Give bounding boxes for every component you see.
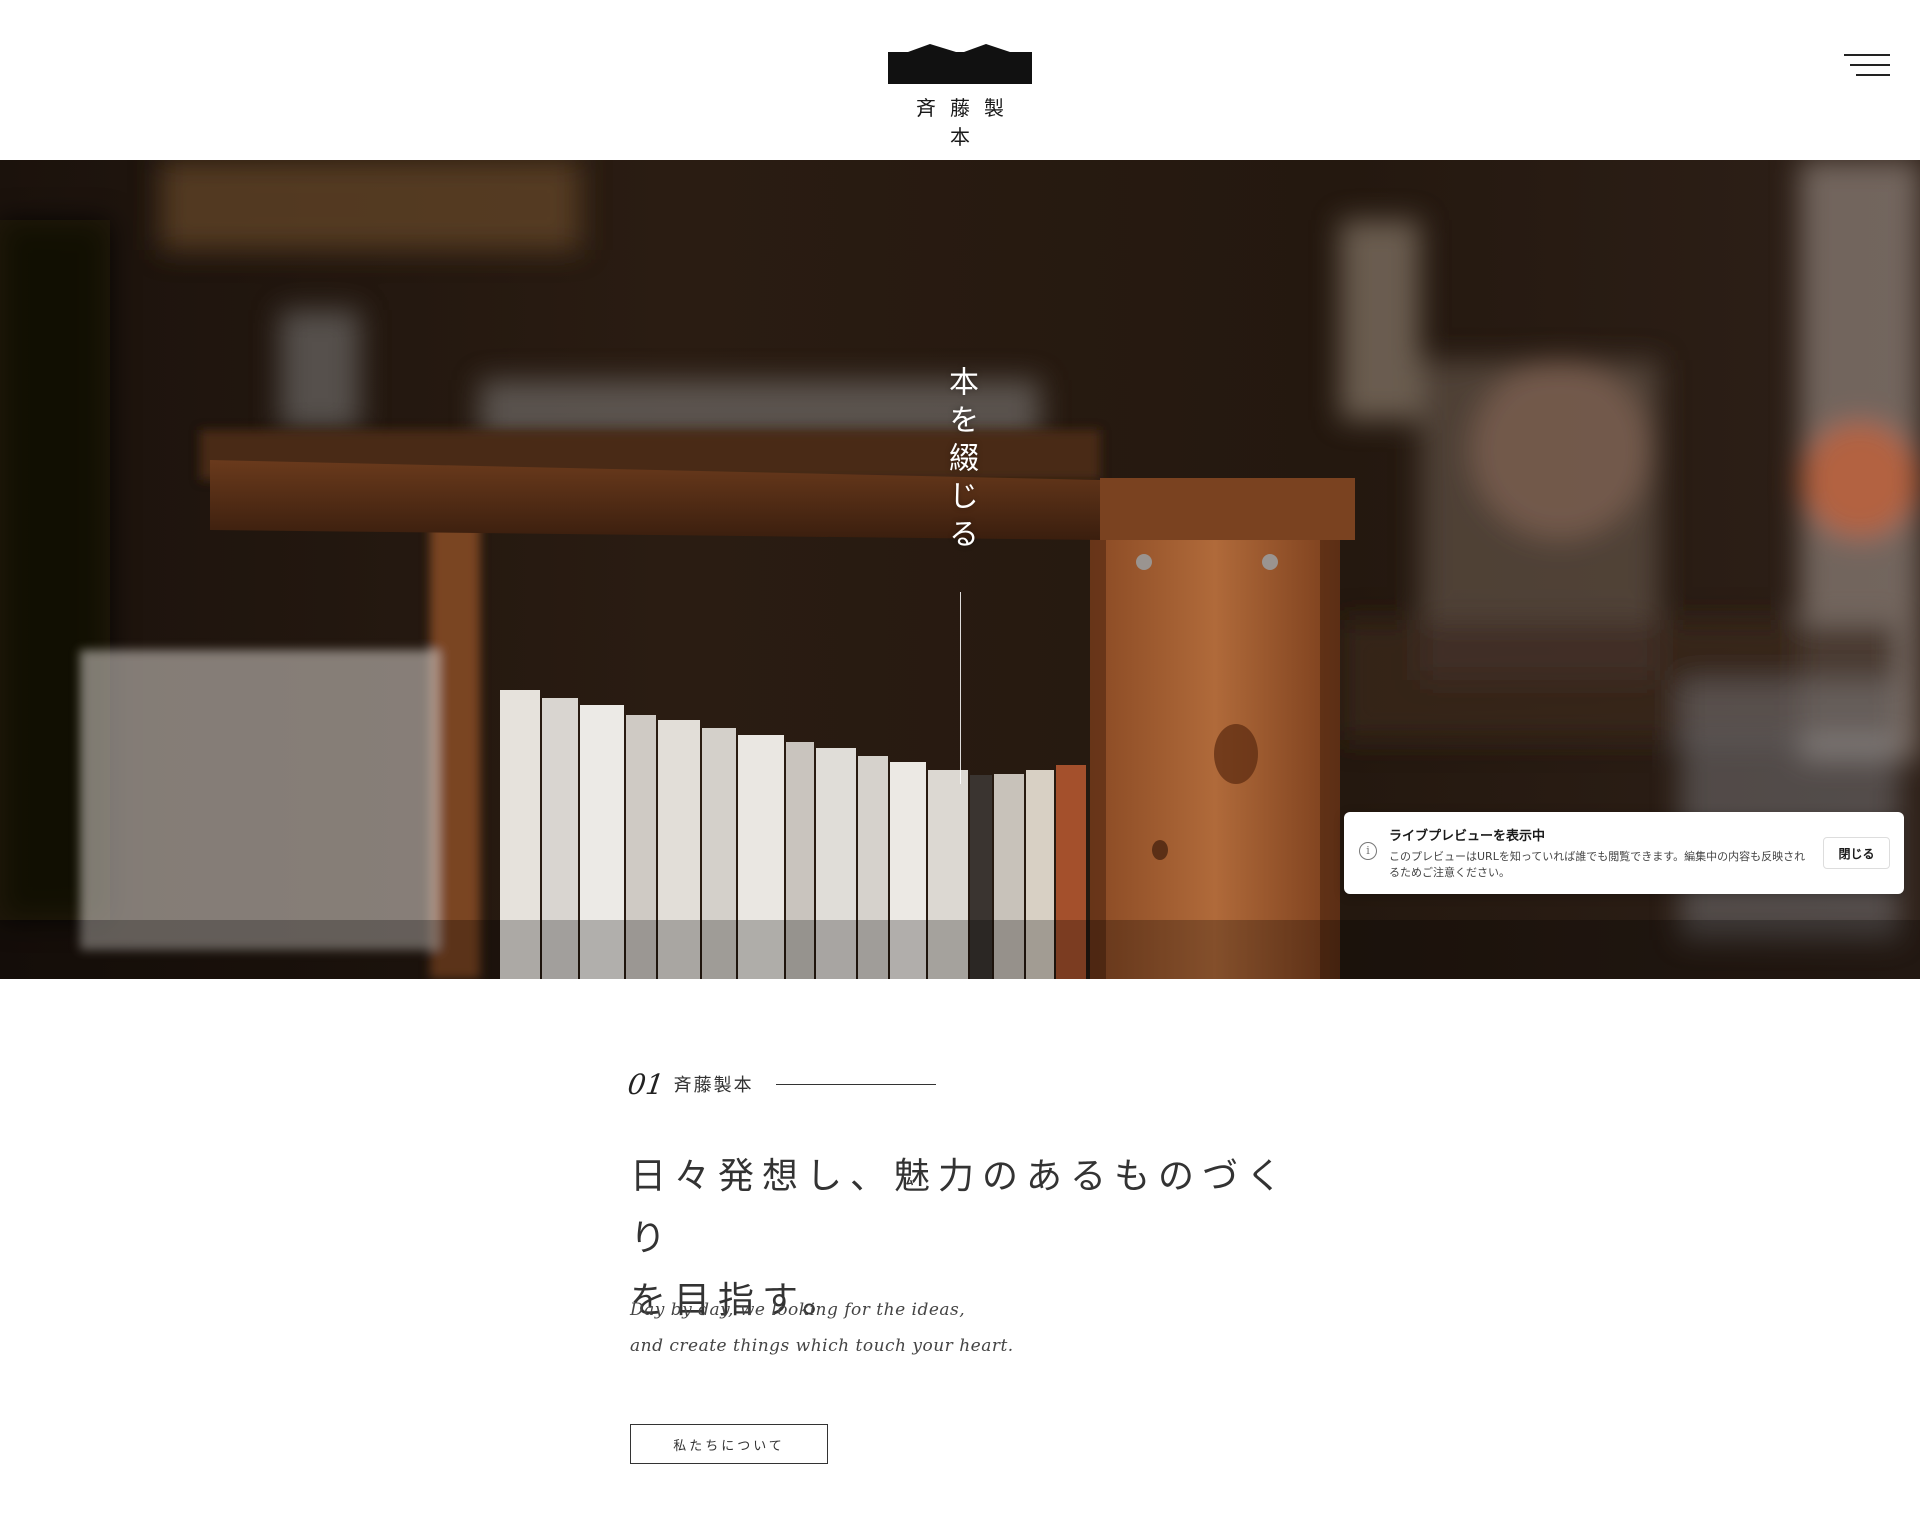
hero-vertical-copy: 本を綴じる <box>943 366 978 556</box>
intro-subcopy: Day by day, we looking for the ideas, an… <box>630 1292 1130 1364</box>
toast-body: このプレビューはURLを知っていれば誰でも閲覧できます。編集中の内容も反映される… <box>1389 850 1806 879</box>
headline-line: 日々発想し、魅力のあるものづくり <box>630 1156 1291 1259</box>
site-logo[interactable]: 斉藤製本 <box>888 44 1032 150</box>
subcopy-line: and create things which touch your heart… <box>630 1336 1014 1356</box>
hamburger-icon-line <box>1856 74 1890 76</box>
logo-text: 斉藤製本 <box>916 96 1018 149</box>
toast-title: ライブプレビューを表示中 <box>1389 829 1546 844</box>
hamburger-icon <box>1844 54 1890 56</box>
hamburger-menu-button[interactable] <box>1842 50 1890 82</box>
hero-vertical-line <box>960 592 961 784</box>
logo-mark-icon <box>888 44 1032 84</box>
about-us-button[interactable]: 私たちについて <box>630 1424 828 1464</box>
toast-close-button[interactable]: 閉じる <box>1823 837 1890 869</box>
hamburger-icon-line <box>1850 64 1890 66</box>
section-name: 斉藤製本 <box>673 1075 754 1096</box>
section-label: 01 斉藤製本 <box>625 1067 936 1101</box>
info-icon: i <box>1359 842 1377 860</box>
site-header: 斉藤製本 <box>0 0 1920 160</box>
section-number: 01 <box>625 1067 666 1101</box>
section-divider <box>775 1083 936 1085</box>
subcopy-line: Day by day, we looking for the ideas, <box>630 1300 966 1320</box>
live-preview-toast: i ライブプレビューを表示中 このプレビューはURLを知っていれば誰でも閲覧でき… <box>1344 812 1904 894</box>
